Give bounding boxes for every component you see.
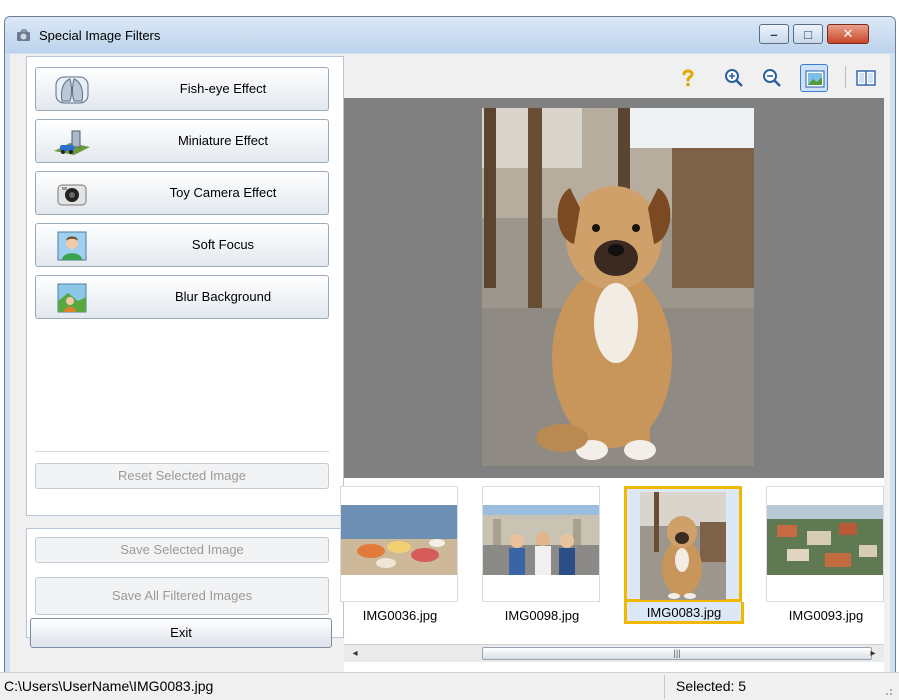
reset-selected-image-button[interactable]: Reset Selected Image: [35, 463, 329, 489]
thumbnail-filename: IMG0098.jpg: [504, 608, 580, 623]
miniature-icon: [54, 130, 90, 155]
thumbnail-filename-selected: IMG0083.jpg: [624, 602, 744, 624]
thumbnail-item[interactable]: [340, 486, 458, 602]
landscape-icon: [57, 283, 87, 313]
toy-camera-effect-button[interactable]: Toy Camera Effect: [35, 171, 329, 215]
client-area: Fish-eye Effect Miniature Effect Toy Cam…: [10, 54, 890, 686]
zoom-in-icon: [725, 69, 743, 87]
thumbnail-filename: IMG0036.jpg: [362, 608, 438, 623]
maximize-button[interactable]: □: [793, 24, 823, 44]
close-icon: ✕: [842, 26, 854, 41]
thumbnail-filename: IMG0093.jpg: [788, 608, 864, 623]
compare-view-button[interactable]: [852, 64, 880, 92]
preview-area: IMG0036.jpg IMG0098.jpg IMG0083.jpg IMG0…: [340, 56, 884, 686]
whole-image-view-icon: [805, 70, 825, 88]
thumbnail-item[interactable]: [482, 486, 600, 602]
zoom-out-button[interactable]: [758, 64, 786, 92]
thumbnail-item[interactable]: [766, 486, 884, 602]
effects-panel: Fish-eye Effect Miniature Effect Toy Cam…: [26, 56, 344, 516]
save-all-filtered-images-button[interactable]: Save All Filtered Images: [35, 577, 329, 615]
title-bar[interactable]: Special Image Filters – □ ✕: [5, 17, 895, 53]
effect-label: Blur Background: [174, 289, 272, 304]
save-selected-image-button[interactable]: Save Selected Image: [35, 537, 329, 563]
preview-photo: [482, 108, 754, 466]
effect-label: Soft Focus: [191, 237, 255, 252]
help-icon: [682, 69, 694, 87]
image-preview[interactable]: [344, 98, 884, 478]
view-toolbar: [344, 56, 884, 98]
thumbnail-strip: IMG0036.jpg IMG0098.jpg IMG0083.jpg IMG0…: [340, 478, 884, 656]
portrait-icon: [57, 231, 87, 261]
zoom-out-icon: [763, 69, 781, 87]
thumbnail-image: [341, 505, 457, 575]
scroll-left-icon[interactable]: ◂: [346, 645, 364, 662]
help-button[interactable]: [674, 64, 702, 92]
zoom-in-button[interactable]: [720, 64, 748, 92]
effect-label: Miniature Effect: [177, 133, 269, 148]
minimize-button[interactable]: –: [759, 24, 789, 44]
minimize-icon: –: [770, 26, 778, 42]
app-icon: [17, 29, 30, 41]
divider: [35, 451, 329, 452]
status-bar: C:\Users\UserName\IMG0083.jpg Selected: …: [0, 672, 899, 700]
thumbnail-image: [483, 505, 599, 575]
scroll-thumb[interactable]: |||: [482, 647, 872, 660]
status-selected-count: Selected: 5: [676, 678, 747, 694]
maximize-icon: □: [804, 26, 812, 42]
camera-icon: [57, 184, 87, 206]
exit-button[interactable]: Exit: [30, 618, 332, 648]
fisheye-effect-button[interactable]: Fish-eye Effect: [35, 67, 329, 111]
toolbar-separator: [845, 66, 846, 88]
thumbnail-item-selected[interactable]: [624, 486, 742, 602]
thumbnail-image: [640, 492, 726, 600]
blur-background-button[interactable]: Blur Background: [35, 275, 329, 319]
close-button[interactable]: ✕: [827, 24, 869, 44]
fisheye-icon: [55, 76, 89, 104]
thumbnail-image: [767, 505, 883, 575]
window-title: Special Image Filters: [39, 28, 161, 43]
soft-focus-button[interactable]: Soft Focus: [35, 223, 329, 267]
resize-grip-icon[interactable]: [883, 686, 893, 696]
effect-label: Fish-eye Effect: [179, 81, 267, 96]
thumbnail-scrollbar[interactable]: ◂ ||| ▸: [344, 644, 884, 662]
scroll-right-icon[interactable]: ▸: [864, 645, 882, 662]
whole-image-view-button[interactable]: [800, 64, 828, 92]
effect-label: Toy Camera Effect: [169, 185, 277, 200]
miniature-effect-button[interactable]: Miniature Effect: [35, 119, 329, 163]
status-file-path: C:\Users\UserName\IMG0083.jpg: [4, 678, 214, 694]
status-divider: [664, 675, 665, 699]
compare-view-icon: [856, 70, 876, 86]
